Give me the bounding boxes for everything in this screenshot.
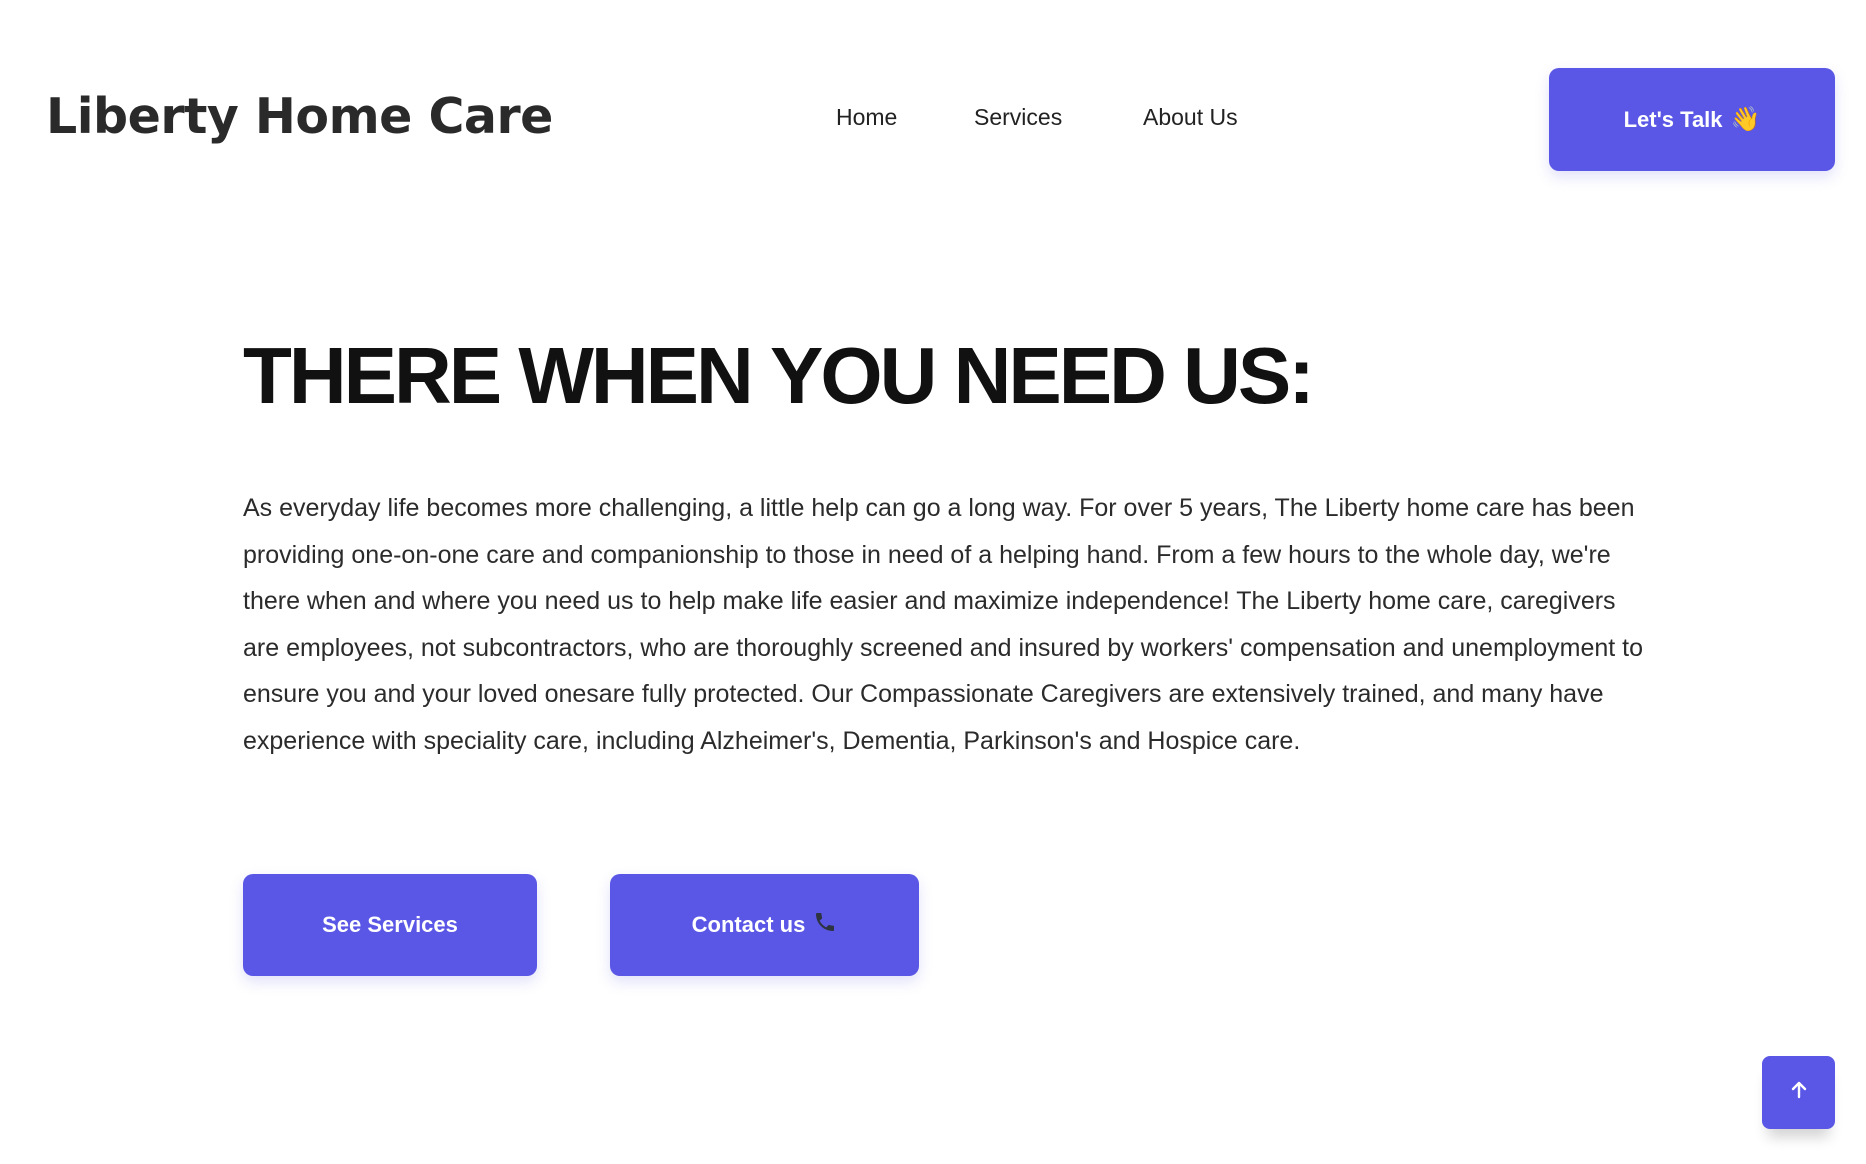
contact-us-button[interactable]: Contact us (610, 874, 919, 976)
hero-title-plain: THERE WHEN (243, 331, 770, 420)
contact-us-label: Contact us (691, 912, 806, 937)
hero-title: THERE WHEN YOU NEED US: (243, 331, 1315, 422)
lets-talk-button[interactable]: Let's Talk 👋 (1549, 68, 1835, 171)
hero-description: As everyday life becomes more challengin… (243, 494, 1643, 755)
waving-hand-icon: 👋 (1730, 106, 1761, 133)
nav-link-home[interactable]: Home (836, 104, 897, 131)
scroll-to-top-button[interactable] (1762, 1056, 1835, 1129)
page: Liberty Home Care Home Services About Us… (0, 0, 1866, 1164)
nav-link-services[interactable]: Services (974, 104, 1062, 131)
hero-title-highlight: YOU NEED US: (770, 331, 1315, 422)
see-services-label: See Services (322, 912, 458, 937)
nav-link-about[interactable]: About Us (1143, 104, 1238, 131)
site-logo[interactable]: Liberty Home Care (46, 88, 553, 145)
phone-icon (813, 910, 837, 940)
see-services-button[interactable]: See Services (243, 874, 537, 976)
site-header: Liberty Home Care Home Services About Us… (0, 0, 1866, 240)
lets-talk-label: Let's Talk (1623, 106, 1723, 132)
arrow-up-icon (1788, 1077, 1810, 1108)
